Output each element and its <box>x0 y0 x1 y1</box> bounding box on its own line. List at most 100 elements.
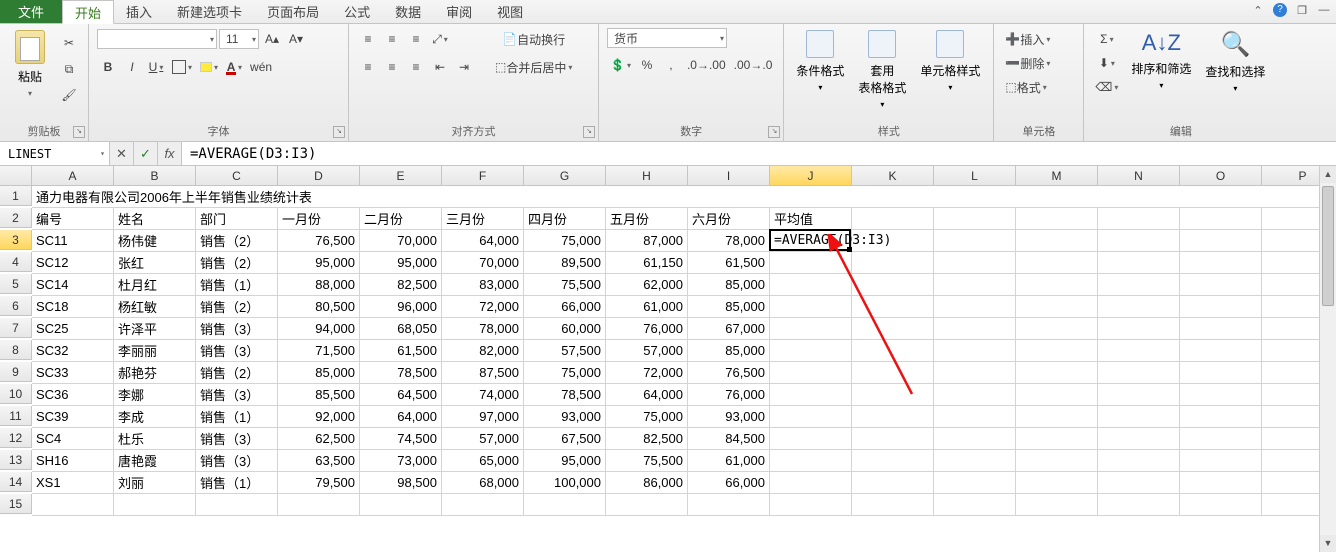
cell[interactable]: 72,000 <box>442 296 524 318</box>
cell[interactable]: 96,000 <box>360 296 442 318</box>
cell[interactable] <box>1016 340 1098 362</box>
cell[interactable]: 75,000 <box>606 406 688 428</box>
clear-button[interactable]: ⌫ <box>1092 76 1121 98</box>
cell[interactable]: 92,000 <box>278 406 360 428</box>
cell[interactable]: 76,500 <box>688 362 770 384</box>
row-header[interactable]: 9 <box>0 362 32 382</box>
cell[interactable]: 销售（3） <box>196 428 278 450</box>
dialog-launcher[interactable]: ↘ <box>333 126 345 138</box>
cell[interactable]: SC39 <box>32 406 114 428</box>
col-header[interactable]: A <box>32 166 114 186</box>
header-cell[interactable]: 编号 <box>32 208 114 230</box>
formula-enter-button[interactable]: ✓ <box>134 142 158 165</box>
format-as-table-button[interactable]: 套用 表格格式▾ <box>854 28 910 111</box>
cell[interactable]: 73,000 <box>360 450 442 472</box>
cell[interactable]: 82,500 <box>606 428 688 450</box>
decrease-font-button[interactable]: A▾ <box>285 28 307 50</box>
cell[interactable]: SC32 <box>32 340 114 362</box>
wrap-text-button[interactable]: 📄 自动换行 <box>489 28 578 50</box>
cell[interactable] <box>934 450 1016 472</box>
cell[interactable]: 75,500 <box>606 450 688 472</box>
font-color-button[interactable]: A <box>223 56 245 78</box>
cell[interactable] <box>1016 406 1098 428</box>
cell[interactable] <box>934 274 1016 296</box>
cell[interactable] <box>770 296 852 318</box>
row-header[interactable]: 11 <box>0 406 32 426</box>
cell[interactable]: SC18 <box>32 296 114 318</box>
cell[interactable]: SC11 <box>32 230 114 252</box>
cell[interactable]: 98,500 <box>360 472 442 494</box>
cell[interactable]: 85,000 <box>688 274 770 296</box>
cell[interactable]: 杨伟健 <box>114 230 196 252</box>
cell[interactable] <box>1098 340 1180 362</box>
cell[interactable]: 57,000 <box>606 340 688 362</box>
cell[interactable] <box>1016 428 1098 450</box>
cell[interactable]: 杜月红 <box>114 274 196 296</box>
align-center-button[interactable]: ≡ <box>381 56 403 78</box>
cell[interactable] <box>1016 230 1098 252</box>
orientation-button[interactable]: ⤢ <box>429 28 451 50</box>
cell[interactable] <box>1016 274 1098 296</box>
cell[interactable]: 85,500 <box>278 384 360 406</box>
cell[interactable] <box>1180 428 1262 450</box>
cell[interactable] <box>934 340 1016 362</box>
col-header[interactable]: J <box>770 166 852 186</box>
header-cell[interactable]: 三月份 <box>442 208 524 230</box>
cell[interactable] <box>770 362 852 384</box>
cell[interactable]: 68,050 <box>360 318 442 340</box>
tab-公式[interactable]: 公式 <box>332 0 383 23</box>
cell[interactable] <box>934 296 1016 318</box>
cell[interactable]: 74,500 <box>360 428 442 450</box>
header-cell[interactable]: 姓名 <box>114 208 196 230</box>
cell[interactable]: 杨红敏 <box>114 296 196 318</box>
cell[interactable] <box>1180 252 1262 274</box>
cell[interactable]: 80,500 <box>278 296 360 318</box>
font-name-combo[interactable] <box>97 29 217 49</box>
col-header[interactable]: L <box>934 166 1016 186</box>
active-cell[interactable]: =AVERAGE(D3:I3) <box>770 230 852 252</box>
cell[interactable]: 李成 <box>114 406 196 428</box>
formula-input[interactable]: =AVERAGE(D3:I3) <box>182 142 1336 165</box>
cell[interactable] <box>1098 428 1180 450</box>
cell[interactable]: 61,150 <box>606 252 688 274</box>
cell[interactable]: 李娜 <box>114 384 196 406</box>
cell[interactable]: 72,000 <box>606 362 688 384</box>
header-cell[interactable]: 四月份 <box>524 208 606 230</box>
help-icon[interactable]: ? <box>1272 2 1288 18</box>
cell[interactable]: 82,000 <box>442 340 524 362</box>
select-all-corner[interactable] <box>0 166 32 186</box>
cell[interactable]: 67,500 <box>524 428 606 450</box>
cell[interactable]: 87,500 <box>442 362 524 384</box>
cell[interactable]: 杜乐 <box>114 428 196 450</box>
accounting-format-button[interactable]: 💲 <box>607 54 634 76</box>
cell[interactable] <box>1180 230 1262 252</box>
cell[interactable]: 95,000 <box>360 252 442 274</box>
cell[interactable] <box>32 494 114 516</box>
cell[interactable] <box>1180 318 1262 340</box>
header-cell[interactable] <box>934 208 1016 230</box>
cell[interactable]: 64,000 <box>606 384 688 406</box>
cell[interactable]: 64,500 <box>360 384 442 406</box>
cell[interactable] <box>852 362 934 384</box>
cell[interactable] <box>1016 318 1098 340</box>
tab-视图[interactable]: 视图 <box>485 0 536 23</box>
increase-decimal-button[interactable]: .0→.00 <box>684 54 729 76</box>
window-minimize-icon[interactable]: — <box>1316 2 1332 18</box>
cell[interactable]: 85,000 <box>688 340 770 362</box>
insert-function-button[interactable]: fx <box>158 142 182 165</box>
cell[interactable]: 89,500 <box>524 252 606 274</box>
cell[interactable]: 94,000 <box>278 318 360 340</box>
align-middle-button[interactable]: ≡ <box>381 28 403 50</box>
row-header[interactable]: 4 <box>0 252 32 272</box>
number-format-combo[interactable]: 货币 <box>607 28 727 48</box>
cell[interactable] <box>770 450 852 472</box>
tab-页面布局[interactable]: 页面布局 <box>255 0 332 23</box>
cell[interactable]: SC12 <box>32 252 114 274</box>
tab-插入[interactable]: 插入 <box>114 0 165 23</box>
align-top-button[interactable]: ≡ <box>357 28 379 50</box>
cell[interactable]: 79,500 <box>278 472 360 494</box>
cell[interactable] <box>852 252 934 274</box>
copy-button[interactable]: ⧉ <box>58 58 80 80</box>
cell[interactable]: 66,000 <box>688 472 770 494</box>
cell[interactable]: 67,000 <box>688 318 770 340</box>
